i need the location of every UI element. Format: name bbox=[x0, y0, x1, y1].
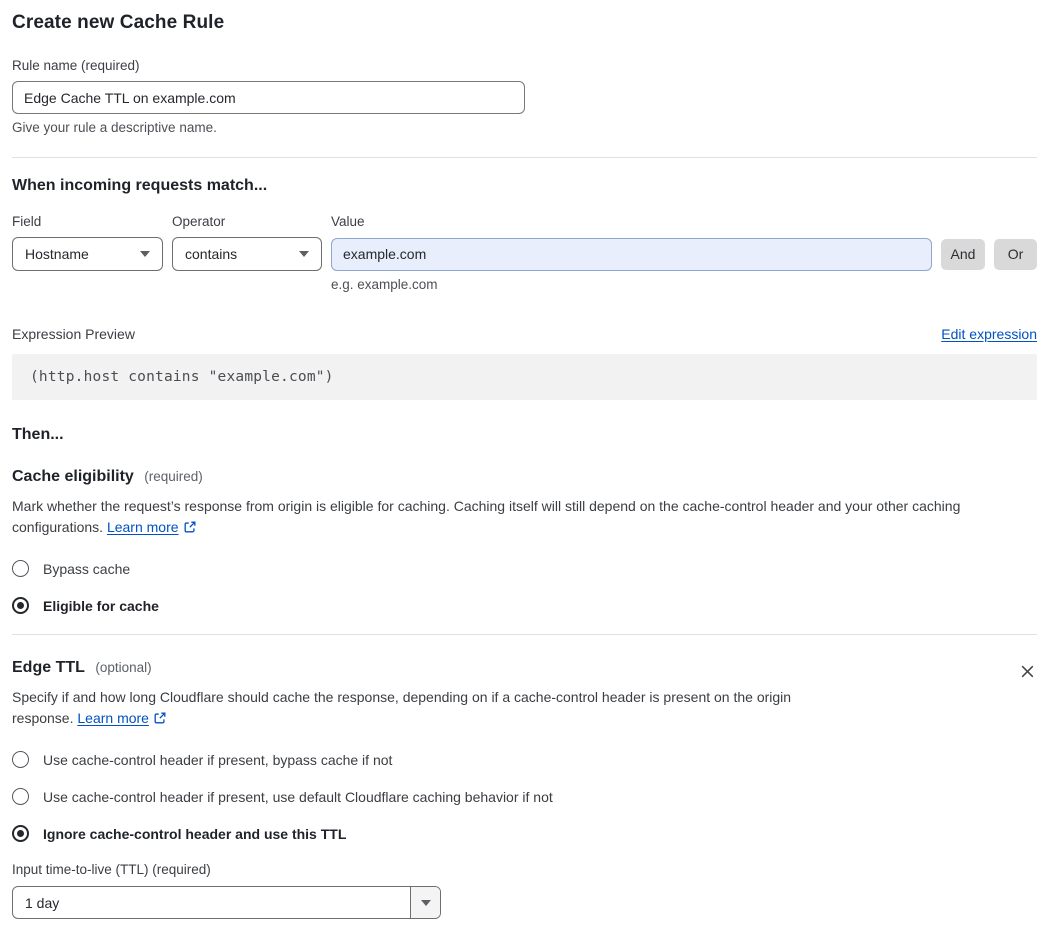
rule-name-input[interactable] bbox=[12, 81, 525, 114]
cache-eligibility-description: Mark whether the request’s response from… bbox=[12, 496, 1024, 540]
radio-icon[interactable] bbox=[12, 825, 29, 842]
or-button[interactable]: Or bbox=[994, 238, 1037, 270]
expression-code-block: (http.host contains "example.com") bbox=[12, 354, 1037, 400]
learn-more-link[interactable]: Learn more bbox=[107, 519, 179, 535]
operator-label: Operator bbox=[172, 214, 226, 229]
value-input[interactable] bbox=[331, 237, 932, 271]
chevron-down-icon bbox=[420, 899, 431, 906]
field-label: Field bbox=[12, 214, 42, 229]
chevron-down-icon bbox=[299, 251, 309, 257]
expression-preview-label: Expression Preview bbox=[12, 326, 135, 342]
cache-eligibility-heading-row: Cache eligibility (required) bbox=[12, 468, 1037, 486]
rule-name-block: Rule name (required) Give your rule a de… bbox=[12, 58, 1037, 135]
match-section-heading: When incoming requests match... bbox=[12, 177, 268, 194]
value-helper: e.g. example.com bbox=[331, 277, 438, 292]
radio-icon[interactable] bbox=[12, 560, 29, 577]
expression-preview-row: Expression Preview Edit expression bbox=[12, 326, 1037, 342]
and-button[interactable]: And bbox=[941, 238, 985, 270]
divider bbox=[12, 157, 1037, 158]
radio-label: Bypass cache bbox=[43, 560, 131, 577]
divider bbox=[12, 634, 1037, 635]
rule-name-label: Rule name (required) bbox=[12, 58, 140, 73]
radio-icon[interactable] bbox=[12, 751, 29, 768]
edge-ttl-heading-row: Edge TTL (optional) bbox=[12, 659, 1037, 677]
external-link-icon bbox=[153, 710, 167, 731]
create-cache-rule-form: Create new Cache Rule Rule name (require… bbox=[0, 0, 1058, 939]
operator-select[interactable]: contains bbox=[172, 237, 322, 271]
radio-icon[interactable] bbox=[12, 597, 29, 614]
cache-eligibility-section: Cache eligibility (required) Mark whethe… bbox=[12, 468, 1037, 614]
cache-eligibility-qualifier: (required) bbox=[144, 469, 203, 484]
cache-eligibility-heading: Cache eligibility bbox=[12, 468, 134, 485]
field-select[interactable]: Hostname bbox=[12, 237, 163, 271]
edge-ttl-section: Edge TTL (optional) Specify if and how l… bbox=[12, 659, 1037, 919]
radio-label: Ignore cache-control header and use this… bbox=[43, 825, 347, 842]
then-heading: Then... bbox=[12, 426, 64, 443]
radio-option-use-header-bypass[interactable]: Use cache-control header if present, byp… bbox=[12, 751, 1037, 768]
operator-select-value: contains bbox=[185, 246, 238, 262]
ttl-select-value: 1 day bbox=[25, 894, 60, 911]
edge-ttl-qualifier: (optional) bbox=[95, 660, 152, 675]
ttl-select[interactable]: 1 day bbox=[12, 886, 441, 919]
edit-expression-link[interactable]: Edit expression bbox=[941, 326, 1037, 342]
edge-ttl-description: Specify if and how long Cloudflare shoul… bbox=[12, 687, 850, 731]
radio-label: Use cache-control header if present, use… bbox=[43, 788, 553, 805]
close-icon[interactable] bbox=[1017, 661, 1037, 681]
external-link-icon bbox=[183, 519, 197, 540]
radio-option-ignore-header-use-ttl[interactable]: Ignore cache-control header and use this… bbox=[12, 825, 1037, 842]
ttl-label: Input time-to-live (TTL) (required) bbox=[12, 862, 211, 877]
radio-label: Eligible for cache bbox=[43, 597, 159, 614]
radio-icon[interactable] bbox=[12, 788, 29, 805]
edge-ttl-options: Use cache-control header if present, byp… bbox=[12, 751, 1037, 842]
field-select-value: Hostname bbox=[25, 246, 89, 262]
learn-more-link[interactable]: Learn more bbox=[77, 710, 149, 726]
radio-option-eligible-for-cache[interactable]: Eligible for cache bbox=[12, 597, 1037, 614]
page-title: Create new Cache Rule bbox=[12, 12, 225, 33]
radio-option-bypass-cache[interactable]: Bypass cache bbox=[12, 560, 1037, 577]
rule-name-helper: Give your rule a descriptive name. bbox=[12, 120, 217, 135]
ttl-input-block: Input time-to-live (TTL) (required) 1 da… bbox=[12, 862, 1037, 919]
radio-option-use-header-default[interactable]: Use cache-control header if present, use… bbox=[12, 788, 1037, 805]
cache-eligibility-options: Bypass cache Eligible for cache bbox=[12, 560, 1037, 614]
value-label: Value bbox=[331, 214, 365, 229]
edge-ttl-heading: Edge TTL bbox=[12, 659, 85, 676]
expression-builder: Field Operator Value Hostname contains A… bbox=[12, 214, 1037, 292]
radio-label: Use cache-control header if present, byp… bbox=[43, 751, 393, 768]
ttl-select-arrow-button[interactable] bbox=[410, 887, 440, 918]
chevron-down-icon bbox=[140, 251, 150, 257]
